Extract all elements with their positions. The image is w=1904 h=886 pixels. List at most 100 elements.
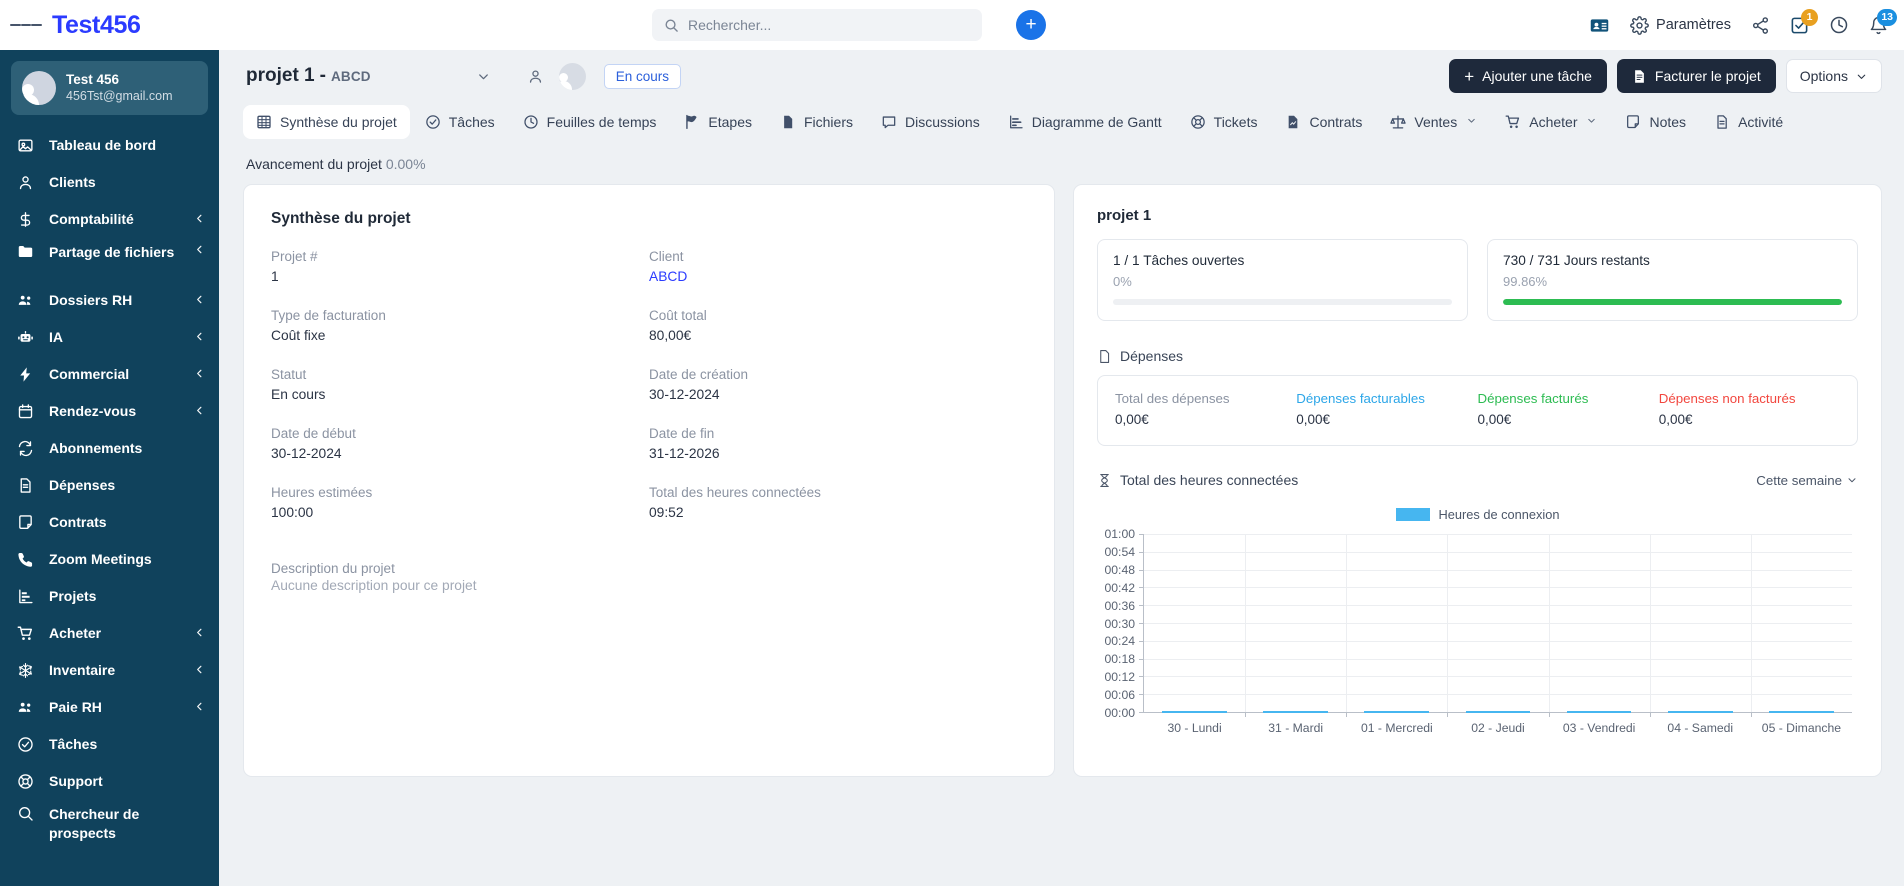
expense-value: 0,00€: [1477, 412, 1512, 427]
chevron-left-icon[interactable]: [194, 663, 205, 678]
chart-bar: [1162, 711, 1227, 713]
sidebar-item-label: Commercial: [49, 366, 130, 382]
note-icon: [1625, 114, 1641, 130]
chart-y-tick-label: 00:24: [1104, 634, 1136, 649]
project-avatar[interactable]: [558, 62, 586, 90]
tab-synth-se-du-projet[interactable]: Synthèse du projet: [243, 105, 410, 139]
settings-button[interactable]: Paramètres: [1630, 15, 1731, 35]
share-icon[interactable]: [1751, 16, 1770, 35]
sidebar-item-label: Acheter: [49, 625, 102, 641]
tab-t-ches[interactable]: Tâches: [412, 105, 508, 139]
chevron-down-icon[interactable]: [476, 69, 491, 84]
expense-label: Dépenses facturables: [1296, 391, 1425, 406]
sidebar-item-support[interactable]: Support: [0, 763, 219, 800]
sidebar-item-paie-rh[interactable]: Paie RH: [0, 689, 219, 726]
add-new-button[interactable]: +: [1016, 10, 1046, 40]
cart-icon: [17, 625, 38, 642]
chevron-down-icon[interactable]: [1466, 115, 1477, 129]
chevron-down-icon[interactable]: [1586, 115, 1597, 129]
tab-label: Fichiers: [803, 114, 853, 130]
sidebar: Test 456 456Tst@gmail.com Tableau de bor…: [0, 50, 219, 886]
project-description: Description du projet Aucune description…: [271, 559, 1027, 593]
status-badge[interactable]: En cours: [603, 63, 682, 89]
chart-gridline-vertical: [1346, 534, 1348, 712]
notifications-bell-icon[interactable]: 13: [1869, 8, 1897, 35]
hamburger-icon[interactable]: [10, 9, 43, 41]
sidebar-item-contrats[interactable]: Contrats: [0, 504, 219, 541]
check-circle-icon: [425, 114, 441, 130]
chart-y-tick-label: 00:12: [1104, 670, 1136, 685]
add-task-button[interactable]: + Ajouter une tâche: [1449, 59, 1607, 93]
chevron-left-icon[interactable]: [194, 367, 205, 382]
document-icon: [1100, 349, 1110, 363]
tab-notes[interactable]: Notes: [1612, 105, 1699, 139]
chevron-left-icon[interactable]: [194, 330, 205, 345]
sidebar-item-clients[interactable]: Clients: [0, 164, 219, 201]
search-input[interactable]: [688, 17, 970, 33]
chevron-left-icon[interactable]: [194, 243, 205, 258]
tab-label: Discussions: [905, 114, 980, 130]
sidebar-item-label: Projets: [49, 588, 97, 604]
sidebar-item-dossiers-rh[interactable]: Dossiers RH: [0, 282, 219, 319]
summary-field-value[interactable]: ABCD: [649, 266, 1007, 287]
sidebar-item-projets[interactable]: Projets: [0, 578, 219, 615]
tab-tickets[interactable]: Tickets: [1177, 105, 1271, 139]
tab-feuilles-de-temps[interactable]: Feuilles de temps: [510, 105, 670, 139]
chevron-left-icon[interactable]: [194, 626, 205, 641]
chart-bar: [1667, 711, 1733, 713]
sidebar-item-commercial[interactable]: Commercial: [0, 356, 219, 393]
tab-discussions[interactable]: Discussions: [868, 105, 993, 139]
chevron-left-icon[interactable]: [194, 700, 205, 715]
project-client-label: ABCD: [330, 68, 371, 84]
right-panel-title: projet 1: [1097, 207, 1152, 224]
tab-activit[interactable]: Activité: [1701, 105, 1796, 139]
chart-gridline: [1144, 640, 1852, 642]
chevron-left-icon[interactable]: [194, 212, 205, 227]
progress-value: 0.00%: [385, 156, 426, 172]
sidebar-item-acheter[interactable]: Acheter: [0, 615, 219, 652]
chart-gridline: [1144, 658, 1852, 660]
sidebar-item-inventaire[interactable]: Inventaire: [0, 652, 219, 689]
sidebar-item-t-ches[interactable]: Tâches: [0, 726, 219, 763]
clock-icon[interactable]: [1829, 15, 1849, 35]
chart-range-selector[interactable]: Cette semaine: [1756, 473, 1858, 488]
options-button[interactable]: Options: [1785, 59, 1882, 93]
title-dash: -: [319, 65, 326, 86]
sidebar-item-d-penses[interactable]: Dépenses: [0, 467, 219, 504]
sidebar-item-rendez-vous[interactable]: Rendez-vous: [0, 393, 219, 430]
contact-card-icon[interactable]: [1589, 15, 1610, 36]
tab-ventes[interactable]: Ventes: [1377, 105, 1490, 139]
stat-row: 1 / 1 Tâches ouvertes 0% 730 / 731 Jours r…: [1097, 239, 1858, 321]
tab-diagramme-de-gantt[interactable]: Diagramme de Gantt: [995, 105, 1175, 139]
sidebar-item-chercheur-de-prospects[interactable]: Chercheur de prospects: [0, 800, 219, 844]
page-title: projet 1: [246, 65, 315, 86]
invoice-project-button[interactable]: Facturer le projet: [1616, 59, 1776, 93]
chart-y-tick-label: 00:48: [1104, 562, 1136, 577]
sidebar-item-tableau-de-bord[interactable]: Tableau de bord: [0, 127, 219, 164]
tab-acheter[interactable]: Acheter: [1492, 105, 1610, 139]
invoice-icon: [1635, 69, 1644, 83]
sidebar-item-comptabilit[interactable]: Comptabilité: [0, 201, 219, 238]
chevron-left-icon[interactable]: [194, 404, 205, 419]
chevron-left-icon[interactable]: [194, 293, 205, 308]
search-box[interactable]: [652, 9, 982, 41]
tab-etapes[interactable]: Etapes: [671, 105, 765, 139]
sidebar-item-partage-de-fichiers[interactable]: Partage de fichiers: [0, 238, 219, 282]
assignee-icon[interactable]: [527, 68, 544, 85]
sidebar-item-zoom-meetings[interactable]: Zoom Meetings: [0, 541, 219, 578]
app-brand[interactable]: Test456: [52, 11, 141, 40]
chart-y-tick-label: 00:36: [1104, 598, 1136, 613]
tab-label: Synthèse du projet: [280, 114, 397, 130]
stat-title: 1 / 1 Tâches ouvertes: [1113, 253, 1245, 268]
chart-icon: [17, 588, 38, 605]
project-stats-card: projet 1 1 / 1 Tâches ouvertes 0% 730 / 73…: [1073, 184, 1882, 777]
description-label: Description du projet: [271, 561, 395, 576]
tab-fichiers[interactable]: Fichiers: [767, 105, 866, 139]
profile-card[interactable]: Test 456 456Tst@gmail.com: [11, 61, 208, 115]
summary-field: Client ABCD: [649, 247, 1027, 287]
tasks-icon[interactable]: 1: [1790, 8, 1818, 35]
sidebar-item-abonnements[interactable]: Abonnements: [0, 430, 219, 467]
tab-contrats[interactable]: Contrats: [1272, 105, 1375, 139]
dollar-icon: [17, 211, 38, 228]
sidebar-item-ia[interactable]: IA: [0, 319, 219, 356]
